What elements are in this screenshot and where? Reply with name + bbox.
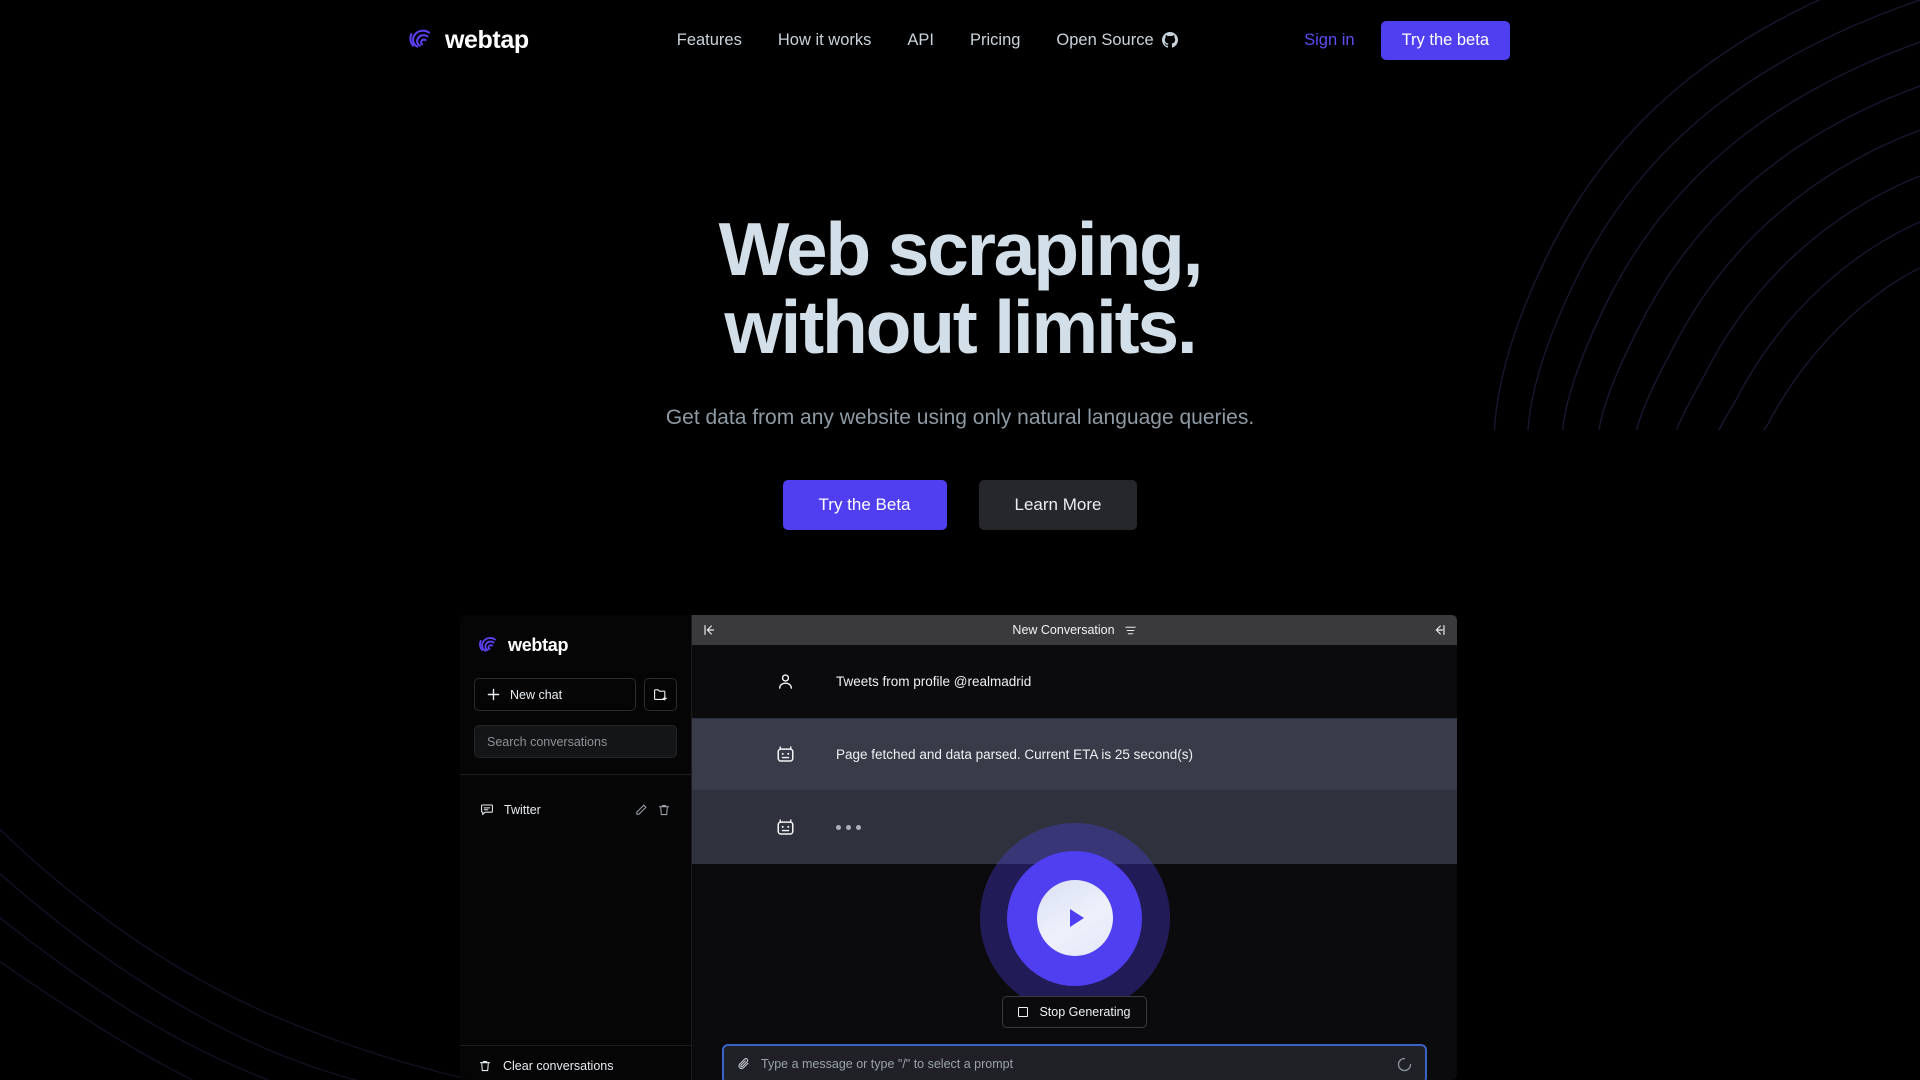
list-item[interactable]: Twitter: [474, 793, 677, 827]
header-actions: Sign in Try the beta: [1304, 20, 1510, 60]
brand-name: webtap: [445, 25, 529, 54]
play-triangle: [1069, 909, 1084, 927]
play-video-button[interactable]: [979, 823, 1170, 1013]
hero-cta-group: Try the Beta Learn More: [0, 480, 1920, 530]
loading-spinner-icon: [1397, 1057, 1412, 1072]
chat-message-user: Tweets from profile @realmadrid: [692, 645, 1457, 718]
robot-icon: [772, 817, 798, 838]
pencil-icon[interactable]: [634, 803, 648, 817]
nav-item-features[interactable]: Features: [659, 25, 760, 56]
hero-subtitle: Get data from any website using only nat…: [665, 406, 1255, 429]
message-square-icon: [481, 804, 493, 816]
sidebar-divider: [460, 774, 691, 775]
typing-indicator: [836, 825, 861, 830]
brand-logo-link[interactable]: webtap: [408, 26, 529, 55]
chat-composer-wrapper: [692, 1044, 1457, 1080]
user-icon: [772, 672, 798, 691]
message-input[interactable]: [761, 1057, 1387, 1071]
message-text: Tweets from profile @realmadrid: [836, 673, 1032, 689]
menu-lines-icon[interactable]: [1124, 624, 1137, 637]
collapse-right-button[interactable]: [1431, 623, 1447, 637]
sidebar-brand-name: webtap: [508, 635, 569, 655]
webtap-spiral-logo-icon: [479, 637, 496, 652]
webtap-spiral-logo-icon: [409, 29, 431, 48]
conversation-actions: [634, 803, 671, 817]
site-header: webtap Features How it works API Pricing…: [0, 0, 1920, 80]
sidebar-actions-row: New chat: [474, 678, 677, 711]
clear-conversations-label: Clear conversations: [503, 1059, 614, 1073]
nav-item-how-it-works[interactable]: How it works: [760, 25, 890, 56]
app-sidebar: webtap New chat Twitter: [460, 615, 692, 1080]
chat-composer: [722, 1044, 1427, 1080]
stop-generating-label: Stop Generating: [1039, 1005, 1131, 1019]
main-navigation: Features How it works API Pricing Open S…: [659, 25, 1196, 56]
chat-title-bar: New Conversation: [692, 623, 1457, 637]
stop-generating-button[interactable]: Stop Generating: [1002, 996, 1147, 1028]
nav-label: API: [907, 30, 934, 49]
robot-icon: [772, 744, 798, 765]
chat-header: New Conversation: [692, 615, 1457, 645]
try-the-beta-header-button[interactable]: Try the beta: [1380, 20, 1510, 60]
stop-square-icon: [1018, 1007, 1029, 1017]
sign-in-link[interactable]: Sign in: [1304, 31, 1354, 50]
paperclip-icon[interactable]: [737, 1057, 751, 1071]
nav-label: Open Source: [1056, 30, 1154, 49]
conversation-label: Twitter: [504, 803, 541, 817]
clear-conversations-button[interactable]: Clear conversations: [460, 1045, 691, 1080]
new-chat-button[interactable]: New chat: [474, 678, 636, 711]
nav-label: Features: [676, 30, 742, 49]
collapse-left-button[interactable]: [702, 623, 718, 637]
chat-message-assistant: Page fetched and data parsed. Current ET…: [692, 718, 1457, 791]
hero-title-line-2: without limits.: [724, 285, 1197, 369]
new-chat-label: New chat: [510, 687, 563, 702]
nav-item-api[interactable]: API: [889, 25, 952, 56]
trash-icon: [479, 1061, 491, 1072]
stop-generating-wrapper: Stop Generating: [692, 996, 1457, 1028]
github-icon: [1161, 32, 1178, 48]
sidebar-brand: webtap: [478, 635, 677, 656]
hero-section: Web scraping, without limits. Get data f…: [0, 80, 1920, 530]
trash-icon[interactable]: [657, 803, 671, 817]
page-title: Web scraping, without limits.: [0, 210, 1920, 366]
nav-item-pricing[interactable]: Pricing: [952, 25, 1038, 56]
arrow-to-left-icon: [704, 624, 715, 636]
message-text: Page fetched and data parsed. Current ET…: [836, 746, 1193, 762]
learn-more-button[interactable]: Learn More: [978, 480, 1138, 530]
nav-label: Pricing: [969, 30, 1021, 49]
hero-title-line-1: Web scraping,: [718, 207, 1204, 291]
app-chat-panel: New Conversation Tweets from profile @re…: [692, 615, 1457, 1080]
nav-label: How it works: [777, 30, 872, 49]
chat-title: New Conversation: [1012, 623, 1115, 637]
play-icon: [1036, 880, 1113, 956]
arrow-to-left-icon: [1435, 624, 1445, 636]
folder-plus-icon: [654, 689, 667, 701]
try-the-beta-button[interactable]: Try the Beta: [782, 480, 947, 530]
app-preview-mockup: webtap New chat Twitter: [460, 615, 1457, 1080]
new-folder-button[interactable]: [644, 678, 677, 711]
plus-icon: [487, 688, 500, 701]
nav-item-open-source[interactable]: Open Source: [1038, 25, 1195, 56]
search-conversations-input[interactable]: [474, 725, 677, 758]
